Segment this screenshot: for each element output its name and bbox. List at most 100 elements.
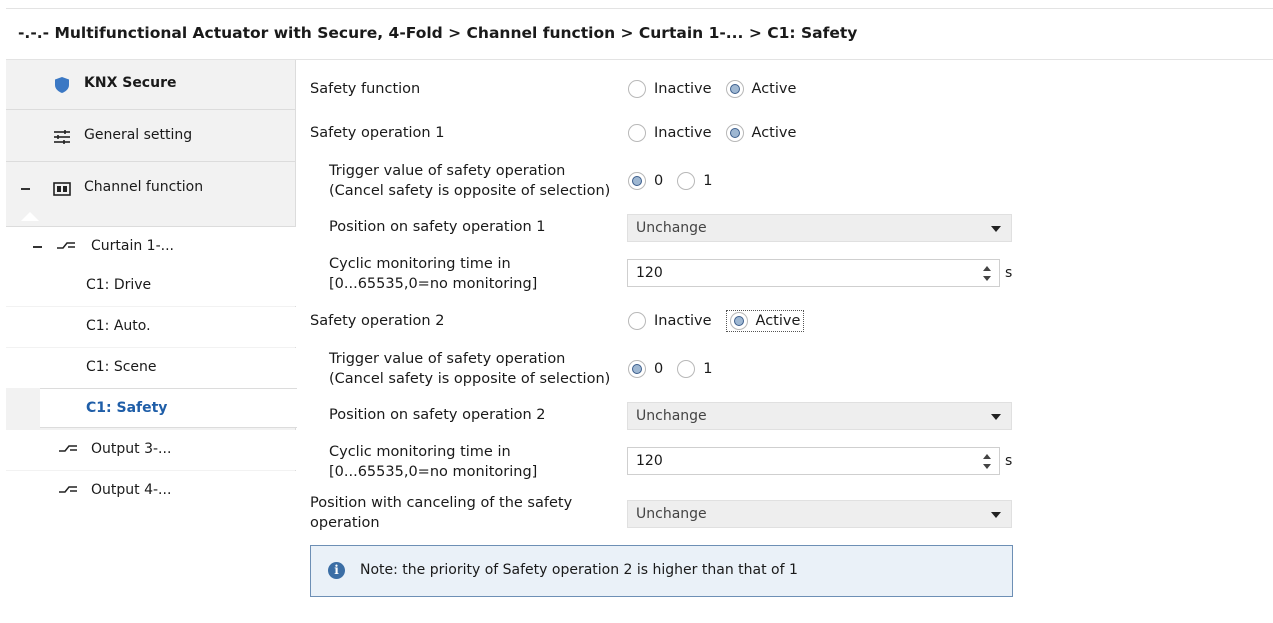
cyclic-2-unit: s <box>1005 453 1013 469</box>
sidebar-item-output-4[interactable]: Output 4-... <box>6 471 296 511</box>
selection-notch <box>21 212 39 221</box>
select-value: Unchange <box>636 220 707 236</box>
trigger-value-2-label-line2: (Cancel safety is opposite of selection) <box>329 371 611 387</box>
safety-operation-1-inactive-radio[interactable]: Inactive <box>628 122 712 144</box>
cyclic-1-label-line2: [0...65535,0=no monitoring] <box>329 276 538 292</box>
cyclic-2-label-line1: Cyclic monitoring time in <box>329 444 511 460</box>
radio-label: Active <box>751 125 797 141</box>
sidebar-item-label: Channel function <box>84 179 204 195</box>
channel-grid-icon <box>53 182 71 196</box>
cyclic-2-spinbox[interactable]: 120 <box>627 447 1000 475</box>
sidebar-item-knx-secure[interactable]: KNX Secure <box>6 60 296 110</box>
safety-operation-1-label: Safety operation 1 <box>310 125 445 141</box>
radio-label: Inactive <box>654 313 712 329</box>
sidebar-item-label: General setting <box>84 127 193 143</box>
breadcrumb: -.-.- Multifunctional Actuator with Secu… <box>18 24 858 42</box>
spin-down-icon[interactable] <box>983 276 991 281</box>
sidebar-item-c1-auto[interactable]: C1: Auto. <box>6 307 296 347</box>
spin-up-icon[interactable] <box>983 454 991 459</box>
settings-sliders-icon <box>54 130 70 144</box>
sidebar-item-label: C1: Safety <box>86 400 168 416</box>
cancel-position-label-line1: Position with canceling of the safety <box>310 495 573 511</box>
note-text: Note: the priority of Safety operation 2… <box>360 562 798 578</box>
radio-circle[interactable] <box>677 360 696 378</box>
radio-circle[interactable] <box>729 312 748 330</box>
safety-operation-1-radio-group: Inactive Active <box>628 121 810 145</box>
sidebar-item-label: C1: Auto. <box>86 318 151 334</box>
trigger-value-2-one-radio[interactable]: 1 <box>677 358 712 380</box>
sidebar-item-curtain[interactable]: Curtain 1-... <box>6 226 296 266</box>
position-1-label: Position on safety operation 1 <box>329 219 546 235</box>
radio-circle[interactable] <box>628 360 646 378</box>
position-1-select[interactable]: Unchange <box>627 214 1012 242</box>
spin-up-icon[interactable] <box>983 266 991 271</box>
trigger-value-1-label-line2: (Cancel safety is opposite of selection) <box>329 183 611 199</box>
radio-circle[interactable] <box>725 124 744 142</box>
safety-function-active-radio[interactable]: Active <box>725 78 797 100</box>
title-bar: -.-.- Multifunctional Actuator with Secu… <box>6 8 1273 60</box>
safety-function-radio-group: Inactive Active <box>628 77 810 101</box>
safety-operation-2-radio-group: Inactive Active <box>628 309 818 333</box>
sidebar: KNX Secure General setting Channel funct… <box>6 60 302 623</box>
position-2-select[interactable]: Unchange <box>627 402 1012 430</box>
trigger-value-1-zero-radio[interactable]: 0 <box>628 170 663 192</box>
cancel-position-label-line2: operation <box>310 515 380 531</box>
select-value: Unchange <box>636 506 707 522</box>
sidebar-item-label: Output 3-... <box>91 441 172 457</box>
radio-circle[interactable] <box>725 80 744 98</box>
sidebar-item-output-3[interactable]: Output 3-... <box>6 430 296 470</box>
cyclic-2-label-line2: [0...65535,0=no monitoring] <box>329 464 538 480</box>
radio-circle[interactable] <box>628 312 646 330</box>
sidebar-item-channel-function[interactable]: Channel function <box>6 164 296 214</box>
trigger-value-2-zero-radio[interactable]: 0 <box>628 358 663 380</box>
sidebar-item-label: C1: Scene <box>86 359 157 375</box>
radio-circle[interactable] <box>628 172 646 190</box>
collapse-icon[interactable] <box>21 188 30 190</box>
sidebar-item-label: Output 4-... <box>91 482 172 498</box>
spin-down-icon[interactable] <box>983 464 991 469</box>
safety-function-inactive-radio[interactable]: Inactive <box>628 78 712 100</box>
sidebar-item-label: Curtain 1-... <box>91 238 174 254</box>
sidebar-item-c1-drive[interactable]: C1: Drive <box>6 266 296 306</box>
select-value: Unchange <box>636 408 707 424</box>
radio-label: Active <box>755 313 801 329</box>
radio-circle[interactable] <box>628 80 646 98</box>
cancel-position-select[interactable]: Unchange <box>627 500 1012 528</box>
trigger-value-1-label-line1: Trigger value of safety operation <box>329 163 566 179</box>
safety-operation-2-label: Safety operation 2 <box>310 313 445 329</box>
switch-icon <box>59 486 77 493</box>
safety-function-label: Safety function <box>310 81 421 97</box>
priority-note: i Note: the priority of Safety operation… <box>310 545 1013 597</box>
trigger-value-2-label-line1: Trigger value of safety operation <box>329 351 566 367</box>
trigger-value-2-radio-group: 0 1 <box>628 357 726 381</box>
radio-circle[interactable] <box>628 124 646 142</box>
cyclic-1-unit: s <box>1005 265 1013 281</box>
sidebar-blank <box>6 511 296 623</box>
radio-circle[interactable] <box>677 172 696 190</box>
trigger-value-1-radio-group: 0 1 <box>628 169 726 193</box>
shield-icon <box>55 77 69 93</box>
position-2-label: Position on safety operation 2 <box>329 407 546 423</box>
radio-label: 0 <box>654 173 664 189</box>
radio-label: 0 <box>654 361 664 377</box>
safety-operation-1-active-radio[interactable]: Active <box>725 122 797 144</box>
radio-label: Active <box>751 81 797 97</box>
cyclic-1-spinbox[interactable]: 120 <box>627 259 1000 287</box>
switch-icon <box>59 445 77 452</box>
radio-label: 1 <box>703 173 713 189</box>
sidebar-item-c1-safety[interactable]: C1: Safety <box>40 388 302 428</box>
safety-operation-2-active-radio[interactable]: Active <box>725 310 805 332</box>
radio-label: Inactive <box>654 125 712 141</box>
sidebar-item-general-setting[interactable]: General setting <box>6 112 296 162</box>
spinbox-value: 120 <box>636 453 663 469</box>
safety-operation-2-inactive-radio[interactable]: Inactive <box>628 310 712 332</box>
switch-icon <box>57 242 75 249</box>
chevron-down-icon[interactable] <box>991 226 1001 232</box>
radio-label: Inactive <box>654 81 712 97</box>
collapse-icon[interactable] <box>33 246 42 248</box>
chevron-down-icon[interactable] <box>991 512 1001 518</box>
trigger-value-1-one-radio[interactable]: 1 <box>677 170 712 192</box>
info-icon: i <box>328 562 345 579</box>
sidebar-item-c1-scene[interactable]: C1: Scene <box>6 348 296 388</box>
chevron-down-icon[interactable] <box>991 414 1001 420</box>
